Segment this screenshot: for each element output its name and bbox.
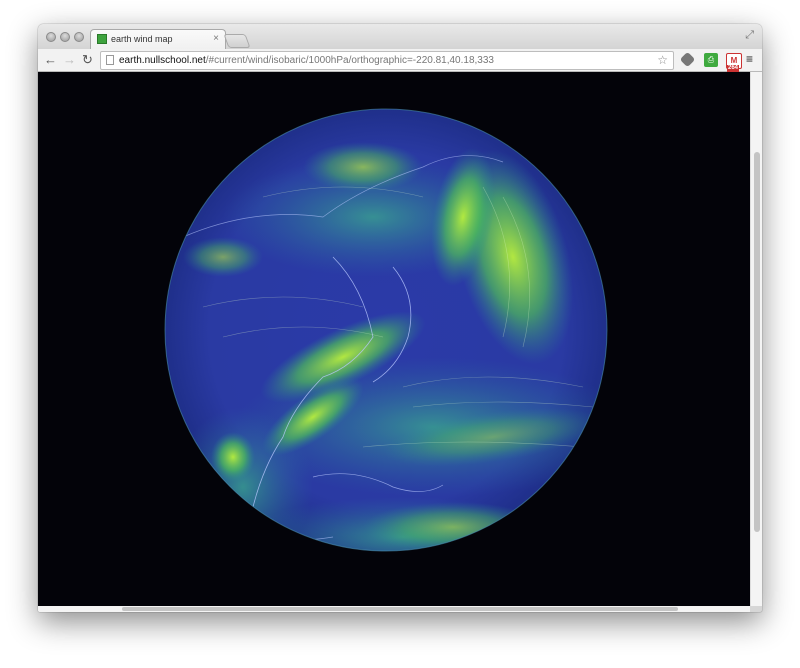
tab-title: earth wind map bbox=[111, 34, 173, 44]
gmail-unread-badge: 264 bbox=[727, 65, 740, 72]
bookmark-star-icon[interactable]: ☆ bbox=[657, 52, 668, 69]
url-text[interactable]: earth.nullschool.net/#current/wind/isoba… bbox=[119, 52, 494, 69]
vertical-scroll-thumb[interactable] bbox=[754, 152, 760, 532]
minimize-window-button[interactable] bbox=[60, 32, 70, 42]
address-bar[interactable]: earth.nullschool.net/#current/wind/isoba… bbox=[100, 51, 674, 70]
browser-toolbar: ← → ↻ earth.nullschool.net/#current/wind… bbox=[38, 49, 762, 72]
reload-icon[interactable]: ↻ bbox=[82, 51, 93, 69]
earth-globe[interactable] bbox=[163, 107, 609, 553]
horizontal-scrollbar[interactable] bbox=[38, 606, 750, 612]
browser-window: earth wind map × ⤢ ← → ↻ earth.nullschoo… bbox=[38, 24, 762, 612]
zoom-window-button[interactable] bbox=[74, 32, 84, 42]
close-window-button[interactable] bbox=[46, 32, 56, 42]
page-icon bbox=[106, 55, 114, 65]
back-arrow-icon[interactable]: ← bbox=[44, 51, 57, 69]
horizontal-scroll-thumb[interactable] bbox=[122, 607, 678, 611]
gmail-icon[interactable]: M 264 bbox=[726, 53, 742, 72]
earth-favicon-icon bbox=[97, 34, 107, 44]
new-tab-button[interactable] bbox=[223, 34, 251, 48]
fullscreen-icon[interactable]: ⤢ bbox=[745, 29, 754, 42]
evernote-icon[interactable] bbox=[679, 51, 696, 68]
forward-arrow-icon[interactable]: → bbox=[63, 51, 76, 69]
chrome-menu-icon[interactable]: ≡ bbox=[746, 52, 753, 66]
title-bar: earth wind map × ⤢ bbox=[38, 24, 762, 50]
map-viewport[interactable] bbox=[38, 72, 750, 606]
printer-icon[interactable]: ⎙ bbox=[704, 53, 718, 67]
tab-earth-wind-map[interactable]: earth wind map × bbox=[90, 29, 226, 50]
tab-close-icon[interactable]: × bbox=[213, 30, 219, 48]
vertical-scrollbar[interactable] bbox=[750, 72, 762, 606]
